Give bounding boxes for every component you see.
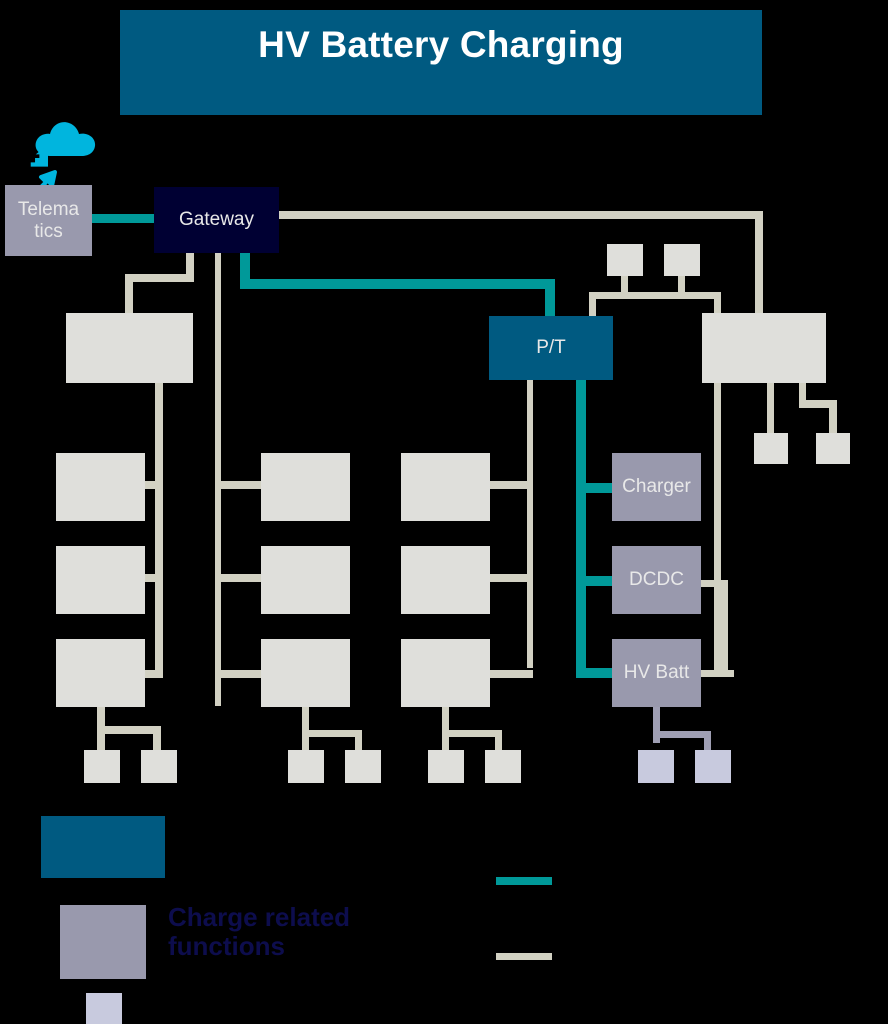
wire-col3-b2 — [490, 574, 533, 582]
node-dcdc-label: DCDC — [629, 569, 684, 591]
wire-gateway-pt-drop — [545, 279, 555, 317]
node-hv-batt-label: HV Batt — [623, 662, 690, 684]
node-col3-ecu-2[interactable] — [401, 546, 490, 614]
wire-col1-b1 — [143, 481, 163, 489]
legend-label-charge-line1: Charge related — [168, 902, 351, 932]
node-col1-ecu-1[interactable] — [56, 453, 145, 521]
node-domain-controller-right[interactable] — [702, 313, 826, 383]
wire-col2-b2 — [215, 574, 263, 582]
wire-gateway-pt-horiz — [240, 279, 555, 289]
node-col2-child-1[interactable] — [288, 750, 324, 783]
wire-gateway-right-drop — [755, 211, 763, 315]
node-col2-ecu-1[interactable] — [261, 453, 350, 521]
node-pt-label: P/T — [536, 337, 566, 359]
wire-pt-col-spine — [527, 380, 533, 668]
node-col1-child-2[interactable] — [141, 750, 177, 783]
wire-hvbatt-child-bus — [653, 731, 711, 738]
node-hvbatt-child-2[interactable] — [695, 750, 731, 783]
node-gateway-label: Gateway — [179, 209, 254, 231]
legend-line-tan — [496, 953, 552, 960]
node-hvbatt-child-1[interactable] — [638, 750, 674, 783]
wire-col1-b3 — [143, 670, 163, 678]
node-pt[interactable]: P/T — [489, 316, 613, 380]
wire-col1-child-bus — [97, 726, 161, 734]
node-charger-label: Charger — [622, 476, 691, 498]
node-col2-ecu-2[interactable] — [261, 546, 350, 614]
wire-col1-spine — [155, 383, 163, 678]
node-charger[interactable]: Charger — [612, 453, 701, 521]
wire-gateway-dc1-horiz — [125, 274, 194, 282]
legend-swatch-blue — [41, 816, 165, 878]
wire-gateway-col2-spine — [215, 253, 221, 706]
wire-gateway-right-bus — [279, 211, 763, 219]
wire-col2-child-bus — [302, 730, 362, 737]
wire-col3-b3 — [490, 670, 533, 678]
node-dc2-child-2[interactable] — [816, 433, 850, 464]
node-col3-ecu-3[interactable] — [401, 639, 490, 707]
node-small-top-right-2[interactable] — [664, 244, 700, 276]
node-dc2-child-1[interactable] — [754, 433, 788, 464]
node-telematics-label-line1: Telema — [17, 198, 80, 220]
wire-tr-bus — [589, 292, 721, 299]
node-col3-child-2[interactable] — [485, 750, 521, 783]
node-dcdc[interactable]: DCDC — [612, 546, 701, 614]
wire-gateway-dc1-drop — [125, 274, 133, 316]
node-col1-ecu-2[interactable] — [56, 546, 145, 614]
node-col2-child-2[interactable] — [345, 750, 381, 783]
node-small-top-right-1[interactable] — [607, 244, 643, 276]
wire-col1-child2-drop — [153, 726, 161, 753]
wire-dc2-main-spine — [714, 383, 721, 673]
node-gateway[interactable]: Gateway — [154, 187, 279, 253]
node-hv-batt[interactable]: HV Batt — [612, 639, 701, 707]
legend-line-teal — [496, 877, 552, 885]
wire-pt-charge-spine — [576, 380, 586, 677]
diagram-canvas: HV Battery Charging Telema tics Gateway — [0, 0, 888, 1024]
node-domain-controller-left[interactable] — [66, 313, 193, 383]
legend-label-charge-line2: functions — [168, 931, 285, 962]
wire-col3-child-bus — [442, 730, 502, 737]
legend-swatch-charge — [60, 905, 146, 979]
wire-hvbatt-right — [701, 670, 734, 677]
wire-col1-b2 — [143, 574, 163, 582]
wire-pt-dcdc-branch — [576, 576, 614, 586]
wire-telematics-gateway — [92, 214, 156, 223]
node-col3-child-1[interactable] — [428, 750, 464, 783]
node-col1-ecu-3[interactable] — [56, 639, 145, 707]
node-telematics-label-line2: tics — [34, 220, 63, 242]
wire-tr-bus-left-drop — [589, 292, 596, 318]
wire-col2-b3 — [215, 670, 263, 678]
page-title: HV Battery Charging — [258, 24, 624, 65]
node-col1-child-1[interactable] — [84, 750, 120, 783]
wire-pt-hvbatt-branch — [576, 668, 614, 678]
wire-col2-b1 — [215, 481, 263, 489]
wire-dcdc-hv-vert — [721, 580, 728, 677]
wire-col3-b1 — [490, 481, 533, 489]
title-banner: HV Battery Charging — [120, 10, 762, 115]
node-telematics[interactable]: Telema tics — [5, 185, 92, 256]
node-col2-ecu-3[interactable] — [261, 639, 350, 707]
node-col3-ecu-1[interactable] — [401, 453, 490, 521]
legend-label-charge: Charge related functions — [168, 902, 468, 962]
legend-swatch-sub — [86, 993, 122, 1024]
wire-pt-charger-branch — [576, 483, 614, 493]
